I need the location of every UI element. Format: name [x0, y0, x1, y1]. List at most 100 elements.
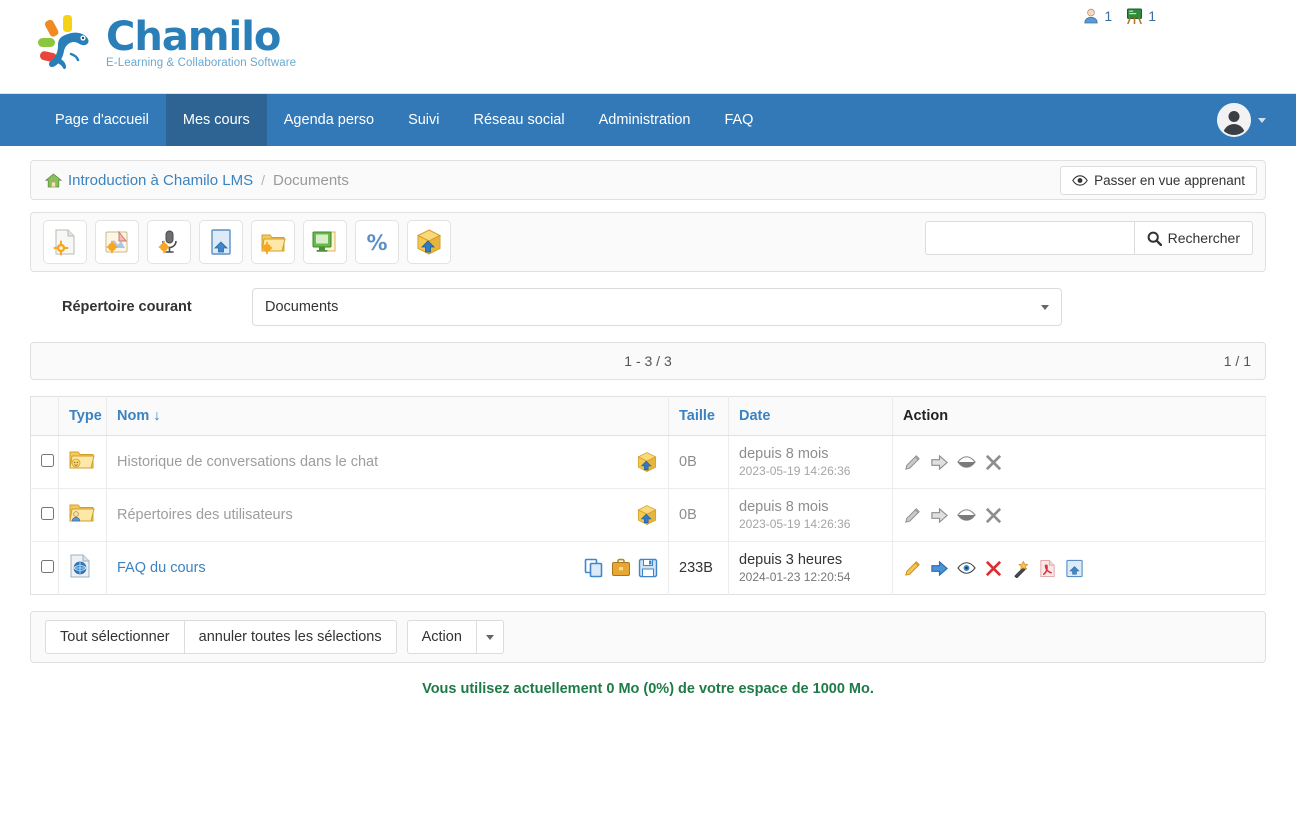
- row-name-cell: FAQ du cours: [106, 541, 669, 595]
- certificate-button[interactable]: %: [355, 220, 399, 264]
- quota-message: Vous utilisez actuellement 0 Mo (0%) de …: [422, 681, 874, 697]
- header-type[interactable]: Type: [58, 396, 107, 436]
- edit-pencil-icon[interactable]: [903, 506, 922, 525]
- new-slideshow-button[interactable]: [303, 220, 347, 264]
- avatar[interactable]: [1217, 103, 1251, 137]
- upload-page-icon: [211, 229, 231, 255]
- drawing-icon: [105, 230, 128, 254]
- visibility-off-icon[interactable]: [957, 455, 976, 469]
- breadcrumb-current: Documents: [272, 171, 349, 189]
- row-type-cell: [58, 435, 107, 489]
- brand-logo[interactable]: Chamilo E-Learning & Collaboration Softw…: [38, 14, 296, 72]
- document-name[interactable]: FAQ du cours: [117, 560, 206, 576]
- nav-label: Agenda perso: [283, 112, 375, 128]
- row-checkbox[interactable]: [41, 506, 54, 520]
- download-package-button[interactable]: [407, 220, 451, 264]
- nav-item-page-daccueil[interactable]: Page d'accueil: [38, 94, 166, 146]
- row-size: 0B: [668, 435, 729, 489]
- pagination-range: 1 - 3 / 3: [624, 353, 672, 369]
- briefcase-icon[interactable]: [611, 558, 631, 578]
- table-row: Historique de conversations dans le chat…: [30, 435, 1266, 489]
- package-download-icon[interactable]: [636, 504, 658, 526]
- directory-select[interactable]: Documents: [252, 288, 1062, 326]
- delete-cross-icon[interactable]: [984, 453, 1003, 472]
- search-button[interactable]: Rechercher: [1134, 221, 1253, 255]
- search-input[interactable]: [924, 221, 1135, 255]
- visibility-off-icon[interactable]: [957, 508, 976, 522]
- replace-upload-icon[interactable]: [1065, 559, 1084, 578]
- action-button[interactable]: Action: [406, 620, 476, 654]
- nav-label: Mes cours: [182, 112, 250, 128]
- table-row: Répertoires des utilisateurs 0B depuis 8…: [30, 488, 1266, 542]
- breadcrumb-course-link[interactable]: Introduction à Chamilo LMS: [68, 172, 253, 189]
- caret-down-icon: [485, 634, 494, 640]
- nav-item-suivi[interactable]: Suivi: [391, 94, 456, 146]
- documents-toolbar: % Rechercher: [30, 212, 1266, 272]
- visibility-on-icon[interactable]: [957, 561, 976, 575]
- package-download-icon[interactable]: [636, 451, 658, 473]
- row-checkbox[interactable]: [41, 453, 54, 467]
- move-arrow-icon[interactable]: [930, 559, 949, 578]
- nav-item-agenda-perso[interactable]: Agenda perso: [267, 94, 391, 146]
- upload-document-button[interactable]: [199, 220, 243, 264]
- header-action: Action: [892, 396, 1266, 436]
- row-name-cell: Répertoires des utilisateurs: [106, 488, 669, 542]
- nav-item-administration[interactable]: Administration: [582, 94, 708, 146]
- directory-select-value: Documents: [265, 299, 339, 315]
- pagination-pages[interactable]: 1 / 1: [1224, 353, 1251, 369]
- switch-to-student-view-button[interactable]: Passer en vue apprenant: [1060, 166, 1257, 195]
- row-type-cell: [58, 488, 107, 542]
- nav-items: Page d'accueil Mes cours Agenda perso Su…: [38, 94, 770, 146]
- copy-icon[interactable]: [584, 558, 604, 578]
- brand-name: Chamilo: [106, 13, 281, 60]
- header-name-label: Nom: [117, 408, 150, 424]
- unselect-all-button[interactable]: annuler toutes les sélections: [183, 620, 397, 654]
- switch-view-label: Passer en vue apprenant: [1094, 173, 1245, 188]
- row-type-cell: [58, 541, 107, 595]
- row-checkbox-cell: [30, 541, 59, 595]
- header-date[interactable]: Date: [728, 396, 893, 436]
- caret-down-icon[interactable]: [1258, 117, 1266, 123]
- delete-cross-icon[interactable]: [984, 559, 1003, 578]
- new-document-button[interactable]: [43, 220, 87, 264]
- pdf-icon[interactable]: [1038, 559, 1057, 578]
- nav-item-mes-cours[interactable]: Mes cours: [165, 94, 267, 146]
- edit-pencil-icon[interactable]: [903, 559, 922, 578]
- nav-label: Suivi: [408, 112, 440, 128]
- course-counter-value: 1: [1148, 8, 1156, 24]
- new-folder-icon: [261, 234, 286, 255]
- nav-item-faq[interactable]: FAQ: [707, 94, 770, 146]
- breadcrumb: Introduction à Chamilo LMS / Documents P…: [30, 160, 1266, 200]
- edit-pencil-icon[interactable]: [903, 453, 922, 472]
- delete-cross-icon[interactable]: [984, 506, 1003, 525]
- row-name-icons: [584, 558, 658, 578]
- nav-item-reseau-social[interactable]: Réseau social: [457, 94, 582, 146]
- record-audio-button[interactable]: [147, 220, 191, 264]
- row-name-icons: [636, 451, 658, 473]
- current-directory-label: Répertoire courant: [62, 299, 192, 315]
- save-icon[interactable]: [638, 558, 658, 578]
- caret-down-icon: [1041, 304, 1049, 310]
- table-row: FAQ du cours 233B depuis 3 heures 2024-0…: [30, 541, 1266, 595]
- header-name[interactable]: Nom ↓: [106, 396, 669, 436]
- header-size[interactable]: Taille: [668, 396, 729, 436]
- search-button-label: Rechercher: [1167, 230, 1240, 246]
- home-icon[interactable]: [45, 172, 62, 188]
- date-relative: depuis 8 mois: [739, 499, 829, 515]
- move-arrow-icon[interactable]: [930, 506, 949, 525]
- action-dropdown-toggle[interactable]: [475, 620, 504, 654]
- move-arrow-icon[interactable]: [930, 453, 949, 472]
- header-counters: 1 1: [1083, 8, 1156, 24]
- eye-icon: [1072, 175, 1088, 186]
- new-drawing-button[interactable]: [95, 220, 139, 264]
- row-checkbox[interactable]: [41, 559, 54, 573]
- new-folder-button[interactable]: [251, 220, 295, 264]
- chalkboard-icon: [1127, 8, 1143, 24]
- course-counter[interactable]: 1: [1126, 8, 1156, 24]
- user-menu[interactable]: [1217, 94, 1266, 146]
- user-counter[interactable]: 1: [1083, 8, 1112, 24]
- row-actions-cell: [892, 435, 1266, 489]
- select-all-button[interactable]: Tout sélectionner: [45, 620, 184, 654]
- main-content: Introduction à Chamilo LMS / Documents P…: [0, 160, 1296, 697]
- magic-wand-icon[interactable]: [1011, 559, 1030, 578]
